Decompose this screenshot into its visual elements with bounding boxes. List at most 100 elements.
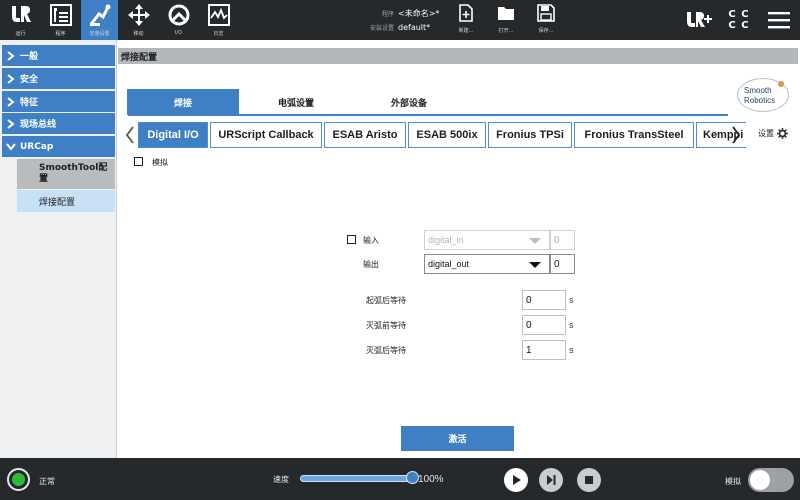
wait-after-arc-start-label: 起弧后等待	[366, 296, 406, 305]
simulation-toggle-knob[interactable]	[750, 470, 770, 490]
chevron-right-icon	[7, 96, 15, 107]
menu-button[interactable]	[764, 0, 794, 40]
input-signal-select[interactable]: digital_in	[424, 230, 550, 250]
output-signal-select[interactable]: digital_out	[424, 254, 550, 274]
input-signal-value: digital_in	[428, 235, 464, 245]
page-title: 焊接配置	[118, 48, 798, 64]
logo-dot-icon	[778, 81, 784, 87]
step-icon	[547, 475, 556, 485]
sidebar-item-features[interactable]: 特征	[2, 91, 115, 112]
output-number-field[interactable]: 0	[550, 254, 575, 274]
ur-plus-icon	[687, 12, 712, 27]
io-tab[interactable]: I/O	[160, 0, 197, 40]
sidebar-subitem-label: SmoothTool配置	[39, 163, 108, 184]
speed-slider[interactable]	[300, 475, 412, 482]
tab-underline	[128, 114, 728, 116]
wait-after-arc-end-input[interactable]: 1	[522, 340, 566, 360]
logo-line2: Robotics	[744, 96, 776, 105]
program-tab[interactable]: 程序	[42, 0, 79, 40]
chevron-right-icon	[732, 126, 741, 144]
wait-after-arc-end-label: 灭弧后等待	[366, 346, 406, 355]
subtab-esab-aristo[interactable]: ESAB Aristo	[324, 122, 406, 148]
robot-status-icon[interactable]	[7, 468, 30, 491]
sidebar-item-urcap[interactable]: URCap	[2, 136, 115, 157]
new-button-label: 新建...	[458, 28, 474, 34]
logo-line1: Smooth	[744, 86, 772, 95]
sidebar-subitem-smoothtool-config[interactable]: SmoothTool配置	[17, 159, 115, 189]
hamburger-menu-icon	[768, 12, 790, 29]
sidebar-item-label: URCap	[20, 141, 54, 152]
sidebar-item-label: 现场总线	[20, 120, 57, 130]
simulate-label: 模拟	[152, 158, 168, 167]
speed-label: 速度	[273, 475, 289, 484]
urcaps-button[interactable]	[684, 0, 714, 40]
stop-icon	[585, 476, 593, 484]
subtab-scroll-right[interactable]	[730, 124, 742, 146]
subtab-esab-500ix[interactable]: ESAB 500ix	[408, 122, 486, 148]
settings-label: 设置	[758, 129, 774, 138]
run-tab[interactable]: 运行	[2, 0, 39, 40]
cc-icon: C C	[728, 9, 750, 20]
smooth-robotics-logo: Smooth Robotics	[737, 78, 789, 112]
installation-name: default*	[398, 22, 431, 32]
sidebar-item-label: 安全	[20, 75, 39, 85]
installation-key: 安装设置	[369, 24, 394, 32]
input-label: 输入	[363, 236, 379, 245]
subtab-fronius-transsteel[interactable]: Fronius TransSteel	[574, 122, 694, 148]
speed-slider-handle[interactable]	[405, 471, 419, 484]
program-info: 程序 <未命名>* 安装设置 default*	[366, 6, 456, 34]
new-file-icon	[459, 4, 473, 22]
wait-before-arc-end-input[interactable]: 0	[522, 315, 566, 335]
robot-status-label: 正常	[39, 477, 55, 486]
io-tab-label: I/O	[174, 30, 183, 36]
simulation-label: 模拟	[725, 477, 741, 486]
subtab-digital-io[interactable]: Digital I/O	[138, 122, 208, 148]
dropdown-arrow-icon	[529, 262, 541, 268]
wait-after-arc-start-input[interactable]: 0	[522, 290, 566, 310]
input-number-field[interactable]: 0	[550, 230, 575, 250]
run-tab-label: 运行	[15, 31, 26, 37]
cc-icon-lower: C C	[728, 20, 750, 31]
simulate-checkbox[interactable]	[134, 157, 143, 166]
chevron-down-icon	[6, 142, 16, 151]
output-label: 输出	[363, 260, 379, 269]
speed-value: 100%	[418, 474, 444, 485]
program-name: <未命名>*	[398, 8, 440, 18]
move-icon	[127, 4, 150, 26]
sidebar-item-safety[interactable]: 安全	[2, 68, 115, 89]
sidebar-item-label: 一般	[20, 52, 39, 62]
input-checkbox[interactable]	[347, 235, 356, 244]
move-tab-label: 移动	[133, 31, 144, 37]
activate-button[interactable]: 激活	[401, 426, 514, 451]
wait-before-arc-end-label: 灭弧前等待	[366, 321, 406, 330]
tab-welding[interactable]: 焊接	[127, 89, 239, 115]
output-signal-value: digital_out	[428, 259, 470, 269]
sidebar-item-fieldbus[interactable]: 现场总线	[2, 113, 115, 134]
move-tab[interactable]: 移动	[120, 0, 157, 40]
installation-tab[interactable]: 安装设置	[81, 0, 118, 40]
tab-arc-settings[interactable]: 电弧设置	[240, 89, 352, 115]
step-button[interactable]	[539, 468, 563, 492]
wait-after-arc-end-unit: s	[569, 345, 574, 355]
stop-button[interactable]	[577, 468, 601, 492]
subtab-fronius-tpsi[interactable]: Fronius TPSi	[488, 122, 572, 148]
sidebar-item-general[interactable]: 一般	[2, 45, 115, 66]
chevron-right-icon	[7, 118, 15, 129]
save-icon	[537, 4, 555, 22]
subtab-urscript-callback[interactable]: URScript Callback	[210, 122, 322, 148]
cc-status[interactable]: C C C C	[724, 0, 754, 40]
tab-external-devices[interactable]: 外部设备	[353, 89, 465, 115]
chevron-right-icon	[7, 73, 15, 84]
new-button[interactable]: 新建...	[450, 4, 482, 38]
program-icon	[49, 4, 72, 26]
play-icon	[513, 475, 521, 485]
io-icon	[168, 4, 189, 26]
settings-button[interactable]: 设置	[758, 128, 788, 139]
log-tab[interactable]: 日志	[200, 0, 237, 40]
open-button[interactable]: 打开...	[490, 4, 522, 38]
sidebar-item-label: 特征	[20, 98, 39, 108]
sidebar-subitem-welding-config[interactable]: 焊接配置	[17, 190, 115, 212]
play-button[interactable]	[504, 468, 528, 492]
open-folder-icon	[498, 7, 514, 20]
save-button[interactable]: 保存...	[530, 4, 562, 38]
